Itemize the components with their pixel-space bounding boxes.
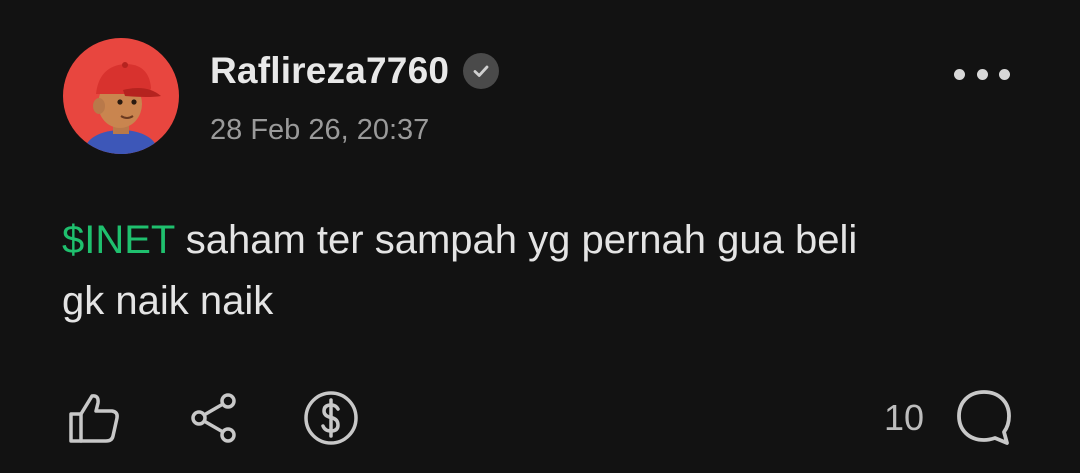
author-row: Raflireza7760 — [210, 50, 500, 92]
more-dots-icon — [976, 68, 988, 80]
tip-button[interactable] — [301, 388, 361, 448]
post-body-line2: gk naik naik — [62, 279, 274, 323]
thumbs-up-icon — [69, 394, 119, 443]
post-card: Raflireza7760 28 Feb 26, 20:37 $INET sah… — [0, 0, 1080, 473]
verified-check-icon — [463, 53, 500, 89]
ticker-link[interactable]: $INET — [62, 218, 175, 262]
comment-count: 10 — [883, 397, 924, 438]
more-options-button[interactable] — [954, 60, 1010, 88]
post-body-line1: saham ter sampah yg pernah gua beli — [174, 218, 858, 262]
like-button[interactable] — [64, 388, 124, 448]
more-dots-icon — [999, 68, 1010, 80]
comment-button[interactable] — [952, 388, 1016, 448]
username[interactable]: Raflireza7760 — [210, 50, 449, 92]
avatar[interactable] — [63, 38, 179, 154]
post-timestamp: 28 Feb 26, 20:37 — [210, 114, 430, 146]
comment-area: 10 — [884, 388, 1016, 448]
post-body: $INET saham ter sampah yg pernah gua bel… — [62, 210, 1022, 332]
share-icon — [191, 393, 236, 443]
share-button[interactable] — [184, 388, 244, 448]
comment-bubble-icon — [957, 390, 1011, 445]
post-actions — [64, 388, 361, 448]
more-dots-icon — [954, 68, 965, 80]
dollar-circle-icon — [304, 391, 358, 445]
